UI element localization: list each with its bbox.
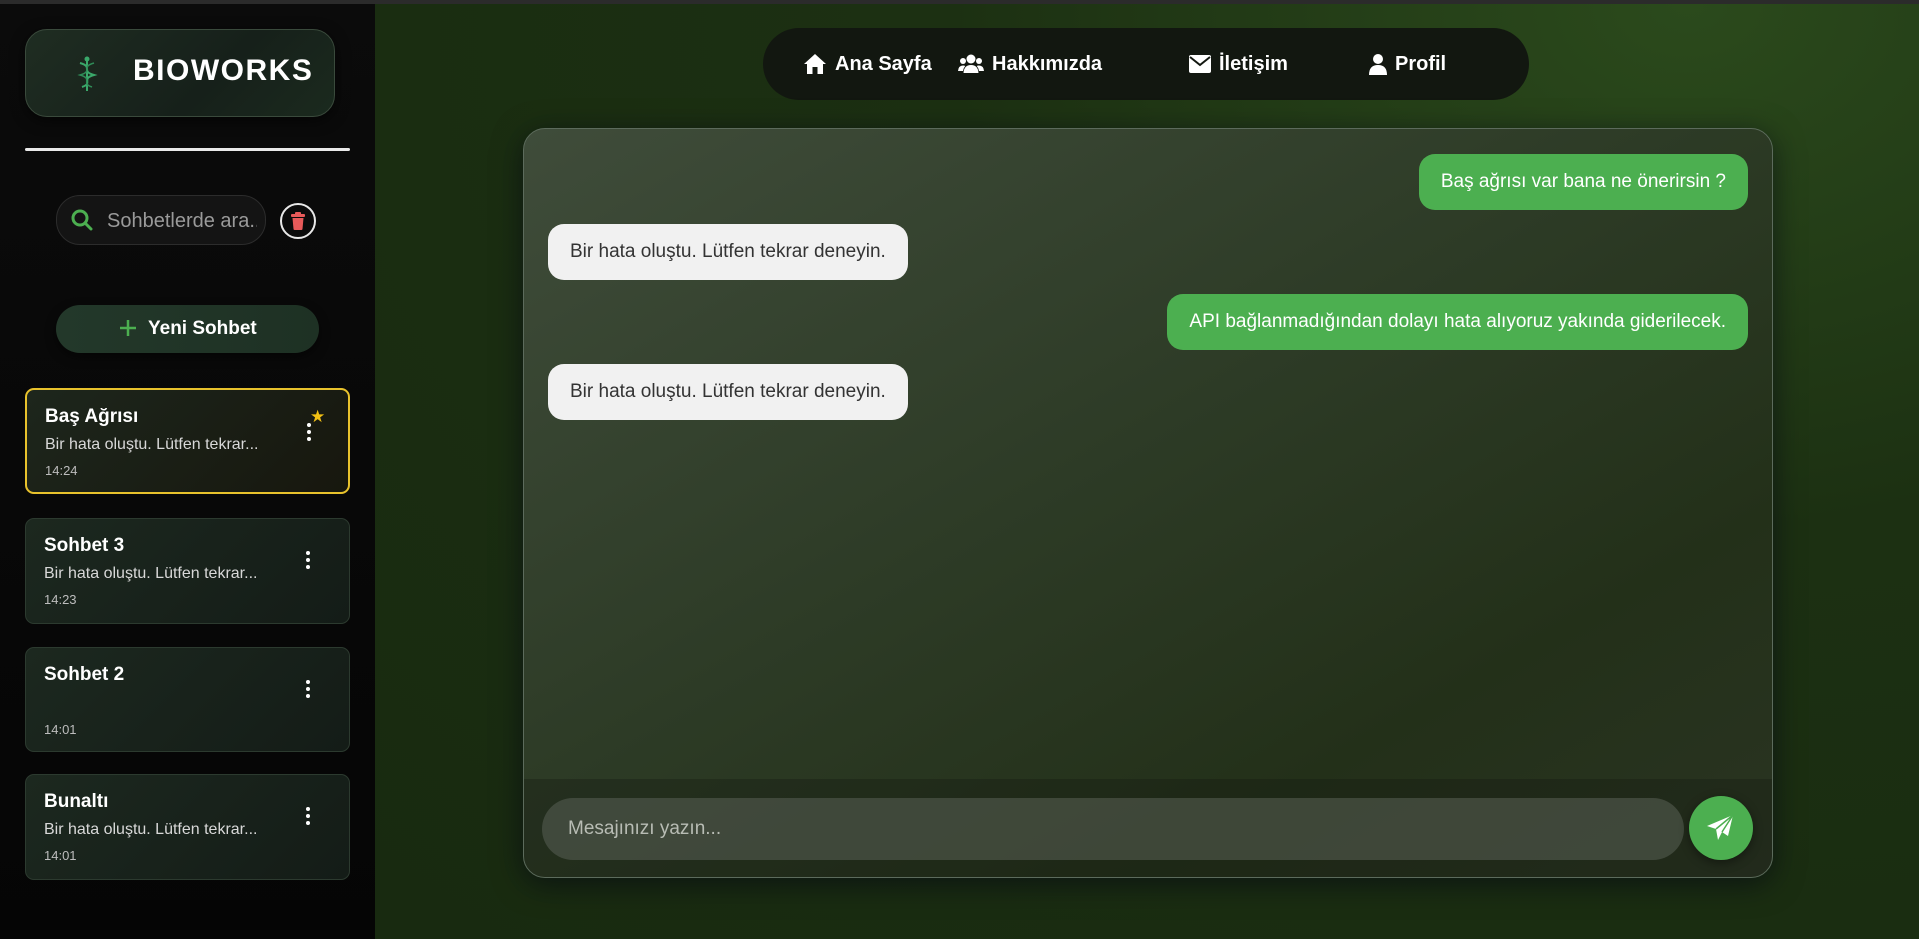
- chat-title: Sohbet 2: [44, 664, 125, 685]
- user-message: Baş ağrısı var bana ne önerirsin ?: [1418, 154, 1748, 210]
- chat-title: Baş Ağrısı: [45, 406, 139, 427]
- top-nav: Ana Sayfa Hakkımızda İletişim Profil: [763, 28, 1529, 100]
- brand-logo[interactable]: BIOWORKS: [25, 29, 335, 117]
- envelope-icon: [1189, 55, 1211, 73]
- sidebar-divider: [25, 148, 350, 151]
- user-icon: [1369, 54, 1387, 75]
- nav-profile[interactable]: Profil: [1369, 50, 1446, 78]
- chat-title: Sohbet 3: [44, 535, 125, 556]
- nav-home-label: Ana Sayfa: [835, 52, 932, 75]
- brand-name: BIOWORKS: [133, 54, 314, 87]
- user-message: API bağlanmadığından dolayı hata alıyoru…: [1167, 294, 1748, 350]
- nav-contact[interactable]: İletişim: [1189, 50, 1288, 78]
- composer: [524, 779, 1772, 877]
- paper-plane-icon: [1707, 814, 1734, 840]
- chat-preview: Bir hata oluştu. Lütfen tekrar...: [44, 565, 258, 582]
- bot-message: Bir hata oluştu. Lütfen tekrar deneyin.: [548, 224, 908, 280]
- plus-icon: [120, 320, 136, 336]
- more-options-icon[interactable]: [304, 678, 312, 700]
- dna-caduceus-icon: [77, 56, 98, 91]
- sidebar: BIOWORKS Yeni Sohbet Baş Ağrısı Bir hata…: [0, 4, 375, 939]
- chat-item-bunalti[interactable]: Bunaltı Bir hata oluştu. Lütfen tekrar..…: [25, 774, 350, 880]
- chat-title: Bunaltı: [44, 791, 109, 812]
- chat-time: 14:24: [45, 463, 78, 478]
- chat-preview: Bir hata oluştu. Lütfen tekrar...: [45, 436, 259, 453]
- home-icon: [804, 54, 826, 74]
- chat-search[interactable]: [56, 195, 266, 245]
- delete-chats-button[interactable]: [280, 203, 316, 239]
- chat-preview: Bir hata oluştu. Lütfen tekrar...: [44, 821, 258, 838]
- chat-item-sohbet-2[interactable]: Sohbet 2 14:01: [25, 647, 350, 752]
- chat-item-bas-agrisi[interactable]: Baş Ağrısı Bir hata oluştu. Lütfen tekra…: [25, 388, 350, 494]
- chat-panel: Baş ağrısı var bana ne önerirsin ? Bir h…: [523, 128, 1773, 878]
- main-area: Ana Sayfa Hakkımızda İletişim Profil Baş…: [375, 4, 1919, 939]
- search-icon: [71, 209, 93, 231]
- chat-time: 14:01: [44, 722, 77, 737]
- nav-about-label: Hakkımızda: [992, 52, 1103, 75]
- new-chat-label: Yeni Sohbet: [148, 318, 257, 339]
- chat-time: 14:23: [44, 592, 77, 607]
- nav-contact-label: İletişim: [1219, 52, 1288, 75]
- search-input[interactable]: [105, 203, 259, 239]
- nav-profile-label: Profil: [1395, 52, 1447, 75]
- more-options-icon[interactable]: [304, 805, 312, 827]
- more-options-icon[interactable]: [305, 421, 313, 443]
- more-options-icon[interactable]: [304, 549, 312, 571]
- users-icon: [958, 54, 984, 73]
- message-input[interactable]: [542, 798, 1684, 860]
- chat-time: 14:01: [44, 848, 77, 863]
- trash-icon: [291, 212, 305, 230]
- bot-message: Bir hata oluştu. Lütfen tekrar deneyin.: [548, 364, 908, 420]
- nav-about[interactable]: Hakkımızda: [958, 50, 1102, 78]
- send-button[interactable]: [1689, 796, 1753, 860]
- nav-home[interactable]: Ana Sayfa: [803, 50, 932, 78]
- chat-item-sohbet-3[interactable]: Sohbet 3 Bir hata oluştu. Lütfen tekrar.…: [25, 518, 350, 624]
- new-chat-button[interactable]: Yeni Sohbet: [56, 305, 319, 353]
